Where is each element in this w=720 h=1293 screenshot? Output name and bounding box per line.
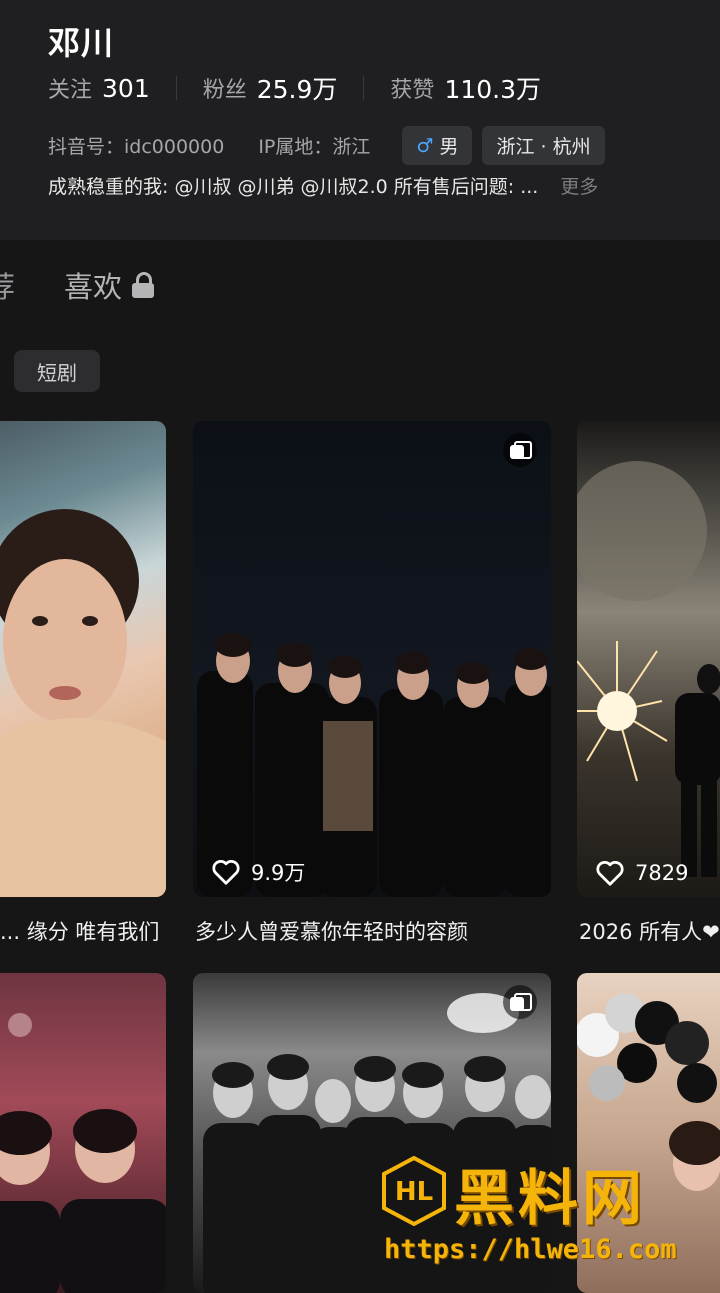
bio-text: 成熟稳重的我: @川叔 @川弟 @川叔2.0 所有售后问题: ...: [48, 176, 539, 198]
bio-more-link[interactable]: 更多: [560, 176, 598, 198]
profile-tabs: 荐 喜欢: [0, 264, 720, 314]
like-count: 7829: [595, 859, 688, 887]
video-thumbnail: [197, 633, 551, 897]
profile-meta: 抖音号：idc000000 IP属地：浙江 ♂ 男 浙江 · 杭州: [48, 126, 605, 165]
heart-icon: [212, 860, 240, 885]
likes-label[interactable]: 获赞: [390, 72, 434, 104]
multi-image-icon: [503, 433, 537, 467]
gender-label: 男: [439, 136, 459, 158]
likes-count[interactable]: 110.3万: [444, 70, 541, 106]
filter-short-drama[interactable]: 短剧: [14, 350, 100, 392]
followers-count[interactable]: 25.9万: [257, 70, 338, 106]
profile-header: 邓川 关注 301 粉丝 25.9万 获赞 110.3万 抖音号：idc0000…: [0, 0, 720, 240]
multi-image-icon: [503, 985, 537, 1019]
divider: [175, 76, 177, 100]
video-thumbnail: [577, 461, 720, 877]
heart-icon: [596, 861, 624, 886]
like-count-value: 7829: [635, 861, 689, 885]
divider: [363, 76, 365, 100]
hl-logo-icon: HL: [382, 1156, 446, 1226]
video-caption[interactable]: 2026 所有人❤: [579, 916, 720, 946]
douyin-id[interactable]: 抖音号：idc000000: [48, 132, 224, 159]
video-card[interactable]: [0, 421, 166, 897]
region-tag: 浙江 · 杭州: [482, 126, 605, 165]
watermark-text: 黑料网: [454, 1164, 646, 1234]
video-caption[interactable]: 多少人曾爱慕你年轻时的容颜: [195, 916, 551, 946]
ip-location: IP属地：浙江: [258, 136, 371, 158]
video-card[interactable]: 9.9万: [193, 421, 551, 897]
profile-stats: 关注 301 粉丝 25.9万 获赞 110.3万: [48, 70, 541, 106]
tab-likes[interactable]: 喜欢: [64, 264, 155, 306]
following-label[interactable]: 关注: [48, 72, 92, 104]
followers-label[interactable]: 粉丝: [203, 72, 247, 104]
watermark-url: https://hlwe16.com: [384, 1234, 677, 1265]
video-card[interactable]: 7829: [577, 421, 720, 897]
like-count: 9.9万: [211, 857, 305, 887]
profile-name: 邓川: [48, 24, 115, 62]
svg-text:HL: HL: [395, 1177, 433, 1207]
video-card[interactable]: [0, 973, 166, 1293]
following-count[interactable]: 301: [102, 74, 150, 103]
profile-bio[interactable]: 成熟稳重的我: @川叔 @川弟 @川叔2.0 所有售后问题: ... 更多: [48, 172, 598, 199]
gender-tag: ♂ 男: [402, 126, 473, 165]
watermark: HL 黑料网 https://hlwe16.com: [378, 1150, 720, 1280]
male-icon: ♂: [416, 134, 434, 157]
tab-recommend[interactable]: 荐: [0, 264, 15, 306]
tab-likes-label: 喜欢: [64, 270, 123, 304]
like-count-value: 9.9万: [251, 861, 306, 885]
video-caption[interactable]: 缘分 唯有我们 ...: [0, 916, 170, 946]
video-thumbnail: [0, 1013, 166, 1293]
video-thumbnail: [0, 509, 166, 897]
lock-icon: [132, 272, 155, 298]
